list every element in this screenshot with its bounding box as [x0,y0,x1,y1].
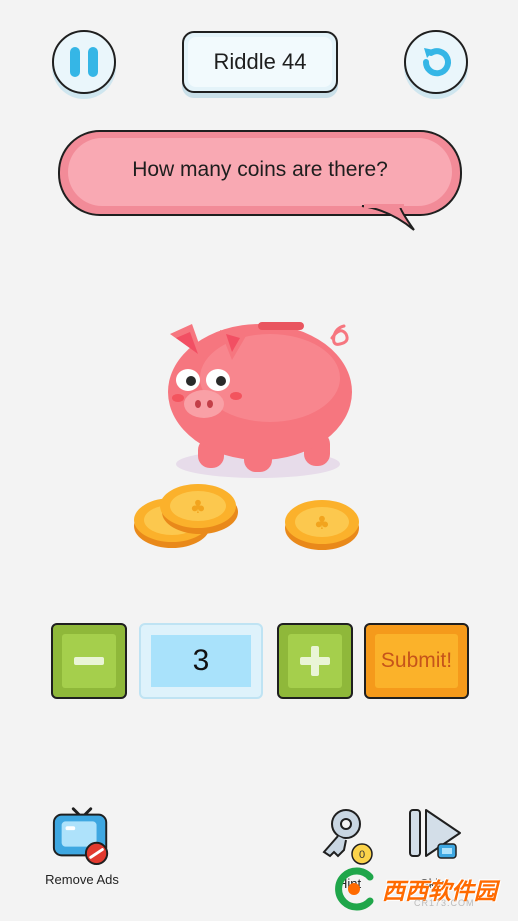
bubble-tail [361,204,415,231]
pause-button[interactable] [52,30,116,94]
hint-count-badge: 0 [351,843,373,865]
watermark-logo-icon [335,867,374,911]
restart-button[interactable] [404,30,468,94]
skip-button[interactable] [404,804,468,868]
submit-label: Submit! [375,634,458,688]
remove-ads-label: Remove Ads [45,872,119,887]
piggy-bank [168,322,352,472]
riddle-title: Riddle 44 [182,31,338,93]
tv-no-ads-icon [52,807,109,866]
plus-icon [300,646,330,676]
svg-text:0: 0 [359,849,365,861]
answer-display: 3 [139,623,263,699]
single-coin: ♣ [285,500,359,550]
increment-button[interactable] [277,623,353,699]
restart-icon [422,48,451,77]
coin-stack: ♣ [134,484,238,548]
minus-icon [74,657,104,665]
question-text: How many coins are there? [132,158,388,181]
decrement-button[interactable] [51,623,127,699]
svg-text:♣: ♣ [314,513,330,534]
riddle-illustration: ♣ ♣ [134,322,359,550]
pause-icon [70,47,98,77]
hint-button[interactable]: 0 [316,806,380,868]
watermark: 西西软件园 CR173.COM [330,864,518,914]
answer-value: 3 [151,635,251,687]
watermark-url: CR173.COM [414,898,475,908]
svg-text:♣: ♣ [190,497,206,518]
remove-ads-button[interactable] [50,800,114,870]
skip-icon [409,809,461,859]
riddle-title-text: Riddle 44 [213,49,307,74]
submit-button[interactable]: Submit! [364,623,469,699]
